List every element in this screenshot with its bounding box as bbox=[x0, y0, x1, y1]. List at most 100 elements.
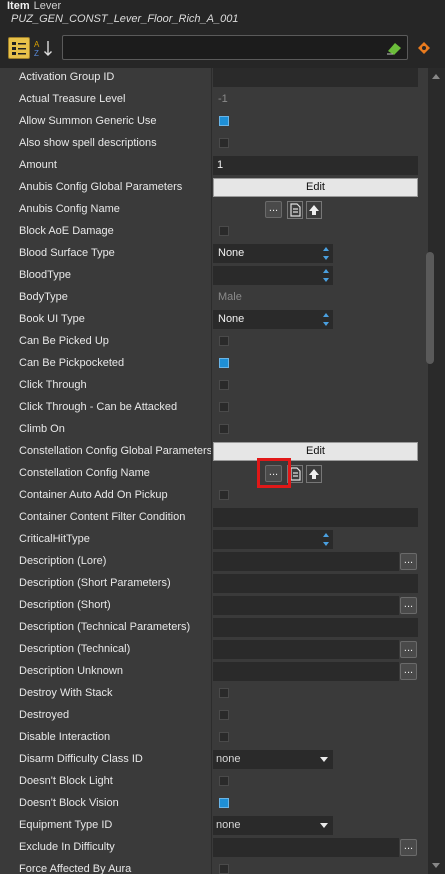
text-field[interactable] bbox=[213, 552, 399, 571]
enum-spinner[interactable] bbox=[213, 530, 333, 549]
property-row: Also show spell descriptions bbox=[0, 133, 428, 155]
property-label: Allow Summon Generic Use bbox=[19, 115, 157, 127]
browse-button[interactable]: ... bbox=[400, 663, 417, 680]
browse-button[interactable]: ... bbox=[400, 553, 417, 570]
column-separator bbox=[211, 617, 212, 639]
dropdown[interactable]: none bbox=[213, 750, 333, 769]
column-separator bbox=[211, 485, 212, 507]
property-label: Description (Technical) bbox=[19, 643, 131, 655]
checkbox[interactable] bbox=[219, 798, 229, 808]
column-separator bbox=[211, 793, 212, 815]
property-filter-input[interactable] bbox=[62, 35, 408, 60]
eraser-icon[interactable] bbox=[385, 40, 403, 56]
column-separator bbox=[211, 287, 212, 309]
checkbox[interactable] bbox=[219, 116, 229, 126]
text-field[interactable]: 1 bbox=[213, 156, 418, 175]
checkbox[interactable] bbox=[219, 336, 229, 346]
property-row: Description (Technical Parameters) bbox=[0, 617, 428, 639]
vertical-scrollbar[interactable] bbox=[428, 68, 445, 874]
checkbox[interactable] bbox=[219, 424, 229, 434]
property-label: BodyType bbox=[19, 291, 68, 303]
property-value bbox=[213, 684, 418, 704]
checkbox[interactable] bbox=[219, 732, 229, 742]
property-row: Description (Lore)... bbox=[0, 551, 428, 573]
checkbox[interactable] bbox=[219, 490, 229, 500]
scroll-up-arrow[interactable] bbox=[432, 74, 440, 79]
checkbox[interactable] bbox=[219, 402, 229, 412]
browse-button[interactable]: ... bbox=[400, 641, 417, 658]
column-separator bbox=[211, 749, 212, 771]
checkbox[interactable] bbox=[219, 710, 229, 720]
property-label: Description (Short) bbox=[19, 599, 111, 611]
goto-resource-button[interactable] bbox=[306, 201, 322, 219]
property-value: none bbox=[213, 750, 418, 770]
property-row: Click Through bbox=[0, 375, 428, 397]
scroll-down-arrow[interactable] bbox=[432, 863, 440, 868]
column-separator bbox=[211, 133, 212, 155]
browse-button[interactable]: ... bbox=[265, 201, 282, 218]
property-value bbox=[213, 618, 418, 638]
property-value bbox=[213, 266, 418, 286]
property-value bbox=[213, 860, 418, 874]
dropdown-value: none bbox=[216, 753, 241, 765]
checkbox[interactable] bbox=[219, 864, 229, 874]
checkbox[interactable] bbox=[219, 358, 229, 368]
property-value: None bbox=[213, 310, 418, 330]
property-label: Also show spell descriptions bbox=[19, 137, 157, 149]
enum-spinner[interactable]: None bbox=[213, 310, 333, 329]
checkbox[interactable] bbox=[219, 688, 229, 698]
property-label: Description Unknown bbox=[19, 665, 123, 677]
property-row: Climb On bbox=[0, 419, 428, 441]
checkbox[interactable] bbox=[219, 776, 229, 786]
property-row: Container Auto Add On Pickup bbox=[0, 485, 428, 507]
text-field[interactable] bbox=[213, 596, 399, 615]
column-separator bbox=[211, 397, 212, 419]
property-row: Anubis Config Global Parameters Edit bbox=[0, 177, 428, 199]
enum-spinner[interactable] bbox=[213, 266, 333, 285]
dropdown[interactable]: none bbox=[213, 816, 333, 835]
column-separator bbox=[211, 595, 212, 617]
checkbox[interactable] bbox=[219, 138, 229, 148]
value-field[interactable] bbox=[213, 68, 418, 87]
browse-button[interactable]: ... bbox=[400, 597, 417, 614]
property-label: Disable Interaction bbox=[19, 731, 111, 743]
alpha-sort-button[interactable]: A Z bbox=[33, 37, 55, 59]
pin-icon[interactable] bbox=[416, 40, 432, 56]
text-field[interactable] bbox=[213, 640, 399, 659]
text-field[interactable] bbox=[213, 662, 399, 681]
value-field[interactable] bbox=[213, 574, 418, 593]
property-row: Equipment Type ID none bbox=[0, 815, 428, 837]
open-resource-button[interactable] bbox=[287, 201, 303, 219]
spinner-arrows-icon[interactable] bbox=[322, 312, 330, 327]
goto-resource-button[interactable] bbox=[306, 465, 322, 483]
property-value: Male bbox=[213, 288, 418, 308]
column-separator bbox=[211, 419, 212, 441]
property-value: ... bbox=[213, 458, 418, 488]
column-separator bbox=[211, 353, 212, 375]
edit-button[interactable]: Edit bbox=[213, 442, 418, 461]
column-separator bbox=[211, 221, 212, 243]
property-row: Description (Short)... bbox=[0, 595, 428, 617]
property-row: Description (Technical)... bbox=[0, 639, 428, 661]
checkbox[interactable] bbox=[219, 226, 229, 236]
property-value: none bbox=[213, 816, 418, 836]
spinner-arrows-icon[interactable] bbox=[322, 532, 330, 547]
value-field[interactable] bbox=[213, 508, 418, 527]
spinner-arrows-icon[interactable] bbox=[322, 268, 330, 283]
enum-spinner[interactable]: None bbox=[213, 244, 333, 263]
property-label: BloodType bbox=[19, 269, 71, 281]
property-row: Force Affected By Aura bbox=[0, 859, 428, 874]
scrollbar-thumb[interactable] bbox=[426, 252, 434, 364]
spinner-arrows-icon[interactable] bbox=[322, 246, 330, 261]
checkbox[interactable] bbox=[219, 380, 229, 390]
value-field[interactable] bbox=[213, 618, 418, 637]
browse-button[interactable]: ... bbox=[400, 839, 417, 856]
item-kind-label: Item bbox=[7, 0, 30, 12]
categorize-button[interactable] bbox=[8, 37, 30, 59]
property-label: Destroy With Stack bbox=[19, 687, 113, 699]
column-separator bbox=[211, 837, 212, 859]
column-separator bbox=[211, 177, 212, 199]
text-field[interactable] bbox=[213, 838, 399, 857]
edit-button[interactable]: Edit bbox=[213, 178, 418, 197]
column-separator bbox=[211, 551, 212, 573]
